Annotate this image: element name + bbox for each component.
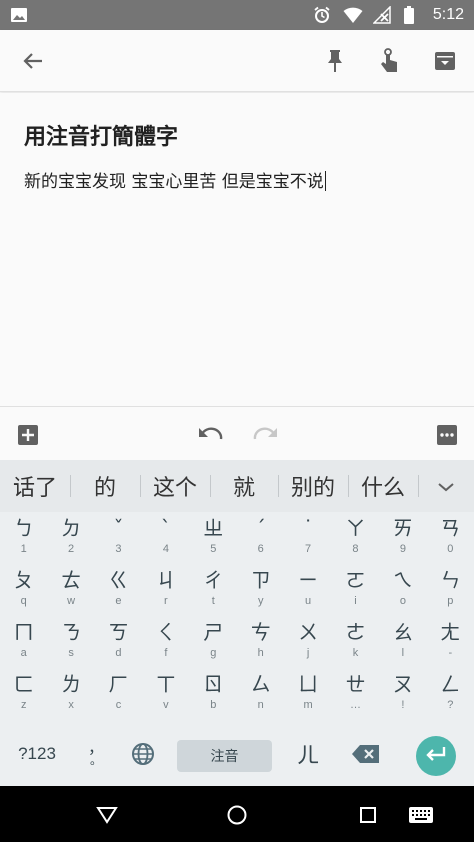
key[interactable]: ㄋs bbox=[47, 616, 94, 668]
key[interactable]: ㄢ0 bbox=[427, 512, 474, 564]
symbols-key[interactable]: ?123 bbox=[8, 734, 66, 774]
key[interactable]: ㄐr bbox=[142, 564, 189, 616]
key[interactable]: ㄏc bbox=[95, 668, 142, 720]
edit-bar bbox=[0, 406, 474, 460]
key[interactable]: ㄅ1 bbox=[0, 512, 47, 564]
expand-candidates-button[interactable] bbox=[418, 460, 474, 512]
note-editor[interactable]: 用注音打簡體字 新的宝宝发现 宝宝心里苦 但是宝宝不说 bbox=[0, 93, 474, 406]
candidate-item[interactable]: 什么 bbox=[348, 460, 418, 512]
key[interactable]: ㄗy bbox=[237, 564, 284, 616]
punctuation-key[interactable]: ， 。 bbox=[78, 734, 114, 774]
keyboard-row-3: ㄇa ㄋs ㄎd ㄑf ㄕg ㄘh ㄨj ㄜk ㄠl ㄤ- bbox=[0, 616, 474, 668]
key[interactable]: ㄤ- bbox=[427, 616, 474, 668]
candidate-item[interactable]: 就 bbox=[210, 460, 278, 512]
key[interactable]: ㄩm bbox=[284, 668, 331, 720]
back-arrow-icon[interactable] bbox=[16, 44, 50, 78]
key[interactable]: ㄓ5 bbox=[190, 512, 237, 564]
zhuyin-keyboard: ㄅ1 ㄉ2 ˇ3 ˋ4 ㄓ5 ˊ6 ˙ 7 ㄚ8 ㄞ9 ㄢ0 ㄆq ㄊw ㄍe ㄐ… bbox=[0, 512, 474, 786]
space-key[interactable]: 注音 bbox=[177, 740, 272, 772]
punctuation-key-sub: 。 bbox=[89, 753, 102, 767]
key[interactable]: ㄉ2 bbox=[47, 512, 94, 564]
key[interactable]: ㄒv bbox=[142, 668, 189, 720]
key[interactable]: ㄎd bbox=[95, 616, 142, 668]
reminder-hand-icon[interactable] bbox=[372, 44, 406, 78]
alarm-icon bbox=[313, 6, 331, 24]
status-time: 5:12 bbox=[432, 6, 464, 23]
note-title[interactable]: 用注音打簡體字 bbox=[24, 119, 178, 151]
key[interactable]: ㄌx bbox=[47, 668, 94, 720]
enter-key[interactable] bbox=[416, 736, 456, 776]
note-body-text: 新的宝宝发现 宝宝心里苦 但是宝宝不说 bbox=[24, 172, 324, 192]
note-toolbar bbox=[0, 30, 474, 92]
keyboard-row-1: ㄅ1 ㄉ2 ˇ3 ˋ4 ㄓ5 ˊ6 ˙ 7 ㄚ8 ㄞ9 ㄢ0 bbox=[0, 512, 474, 564]
er-key[interactable]: ㄦ bbox=[288, 734, 328, 774]
no-signal-icon bbox=[372, 5, 391, 24]
key[interactable]: ㄊw bbox=[47, 564, 94, 616]
candidate-item[interactable]: 话了 bbox=[0, 460, 70, 512]
key[interactable]: ㄥ? bbox=[427, 668, 474, 720]
note-body[interactable]: 新的宝宝发现 宝宝心里苦 但是宝宝不说 bbox=[24, 167, 326, 192]
key[interactable]: ˊ6 bbox=[237, 512, 284, 564]
status-bar: 5:12 bbox=[0, 0, 474, 30]
globe-icon[interactable] bbox=[126, 734, 160, 774]
keyboard-row-2: ㄆq ㄊw ㄍe ㄐr ㄔt ㄗy ㄧu ㄛi ㄟo ㄣp bbox=[0, 564, 474, 616]
redo-icon bbox=[252, 423, 278, 447]
archive-icon[interactable] bbox=[428, 44, 462, 78]
enter-arrow-icon bbox=[425, 745, 447, 767]
key[interactable]: ㄆq bbox=[0, 564, 47, 616]
text-cursor bbox=[324, 171, 326, 191]
key[interactable]: ㄔt bbox=[190, 564, 237, 616]
key[interactable]: ㄧu bbox=[284, 564, 331, 616]
key[interactable]: ㄣp bbox=[427, 564, 474, 616]
back-triangle-icon[interactable] bbox=[94, 802, 120, 828]
keyboard-switch-icon[interactable] bbox=[406, 802, 436, 828]
key[interactable]: ㄇa bbox=[0, 616, 47, 668]
key[interactable]: ˙ 7 bbox=[284, 512, 331, 564]
key[interactable]: ㄝ… bbox=[332, 668, 379, 720]
key[interactable]: ㄘh bbox=[237, 616, 284, 668]
candidate-item[interactable]: 的 bbox=[70, 460, 140, 512]
key[interactable]: ㄚ8 bbox=[332, 512, 379, 564]
key[interactable]: ㄟo bbox=[379, 564, 426, 616]
home-circle-icon[interactable] bbox=[224, 802, 250, 828]
key[interactable]: ㄖb bbox=[190, 668, 237, 720]
candidate-bar: 话了 的 这个 就 别的 什么 bbox=[0, 460, 474, 512]
candidate-item[interactable]: 这个 bbox=[140, 460, 210, 512]
key[interactable]: ㄠl bbox=[379, 616, 426, 668]
candidate-item[interactable]: 别的 bbox=[278, 460, 348, 512]
key[interactable]: ㄕg bbox=[190, 616, 237, 668]
key[interactable]: ˇ3 bbox=[95, 512, 142, 564]
navigation-bar bbox=[0, 786, 474, 842]
keyboard-row-4: ㄈz ㄌx ㄏc ㄒv ㄖb ㄙn ㄩm ㄝ… ㄡ! ㄥ? bbox=[0, 668, 474, 720]
key[interactable]: ㄡ! bbox=[379, 668, 426, 720]
chevron-down-icon bbox=[437, 474, 455, 499]
image-icon bbox=[10, 6, 28, 24]
recents-square-icon[interactable] bbox=[355, 802, 381, 828]
keyboard-bottom-row: ?123 ， 。 注音 ㄦ bbox=[0, 722, 474, 786]
key[interactable]: ˋ4 bbox=[142, 512, 189, 564]
key[interactable]: ㄈz bbox=[0, 668, 47, 720]
key[interactable]: ㄜk bbox=[332, 616, 379, 668]
key[interactable]: ㄑf bbox=[142, 616, 189, 668]
key[interactable]: ㄞ9 bbox=[379, 512, 426, 564]
backspace-icon[interactable] bbox=[346, 734, 386, 774]
key[interactable]: ㄛi bbox=[332, 564, 379, 616]
wifi-icon bbox=[343, 6, 363, 24]
undo-icon[interactable] bbox=[198, 423, 224, 447]
key[interactable]: ㄙn bbox=[237, 668, 284, 720]
key[interactable]: ㄨj bbox=[284, 616, 331, 668]
battery-icon bbox=[403, 6, 421, 24]
more-options-icon[interactable] bbox=[435, 423, 459, 447]
add-box-icon[interactable] bbox=[16, 423, 40, 447]
pin-icon[interactable] bbox=[318, 44, 352, 78]
key[interactable]: ㄍe bbox=[95, 564, 142, 616]
